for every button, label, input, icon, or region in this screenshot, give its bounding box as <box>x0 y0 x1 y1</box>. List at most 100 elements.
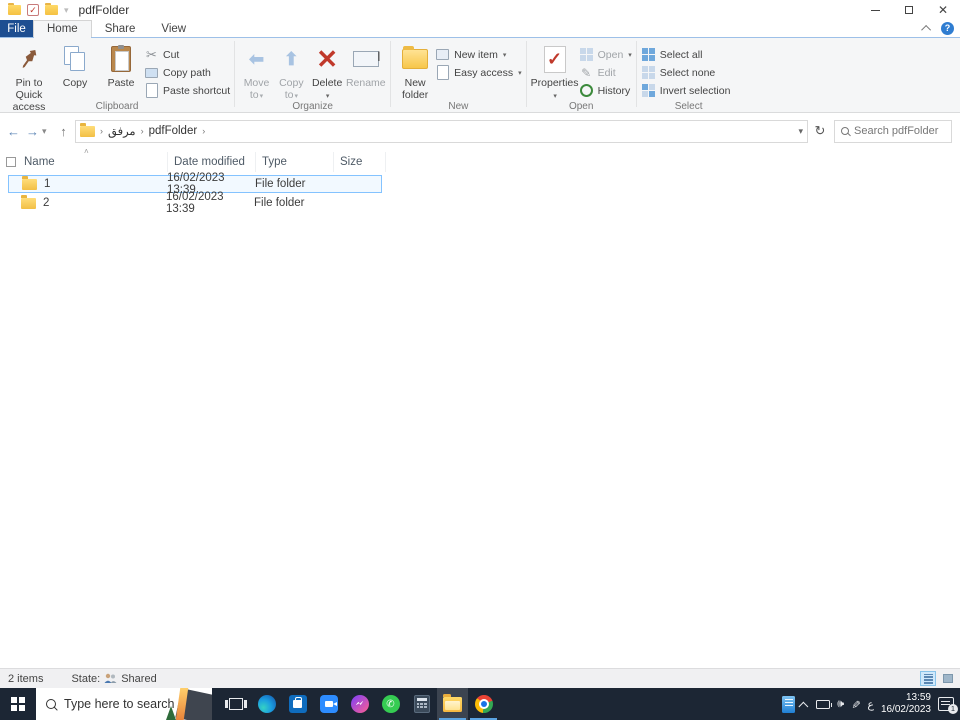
copy-path-button[interactable]: Copy path <box>144 65 230 80</box>
move-to-button[interactable]: ⬅ Move to▾ <box>239 42 274 101</box>
search-highlight-image[interactable] <box>166 688 212 720</box>
tab-home[interactable]: Home <box>33 20 92 38</box>
folder-icon <box>22 176 37 190</box>
edit-icon: ✎ <box>581 65 592 80</box>
taskbar: Type here to search ✆ 🕪 ✎ ع 13:59 16/02/… <box>0 688 960 720</box>
copy-path-label: Copy path <box>163 66 211 79</box>
taskbar-store[interactable] <box>282 688 313 720</box>
pen-icon[interactable]: ✎ <box>849 699 862 708</box>
easy-access-label: Easy access <box>454 66 514 79</box>
restore-button[interactable] <box>892 0 926 20</box>
file-row-2[interactable]: 2 16/02/2023 13:39 File folder <box>8 191 382 215</box>
taskbar-search[interactable]: Type here to search <box>36 688 212 720</box>
select-all-button[interactable]: Select all <box>641 47 731 62</box>
group-label-new: New <box>448 101 469 112</box>
new-folder-button[interactable]: New folder <box>395 42 435 101</box>
search-box[interactable] <box>834 119 952 143</box>
help-icon[interactable]: ? <box>941 22 954 35</box>
share-state: State: Shared <box>71 673 156 685</box>
address-bar[interactable]: › مرفق › pdfFolder › ▾ <box>75 119 808 143</box>
tab-file[interactable]: File <box>0 20 33 37</box>
properties-qat-icon[interactable]: ✓ <box>27 4 39 16</box>
rename-label: Rename <box>345 77 386 89</box>
new-folder-qat-icon[interactable] <box>45 3 58 15</box>
delete-label: Delete ▾ <box>311 77 343 101</box>
breadcrumb-root[interactable]: مرفق <box>108 124 136 138</box>
edge-icon <box>257 695 276 713</box>
ribbon-corner-controls: ? <box>921 22 954 35</box>
calculator-icon <box>413 695 430 713</box>
history-button[interactable]: History <box>579 83 632 98</box>
breadcrumb-current[interactable]: pdfFolder <box>149 125 198 137</box>
clock-date: 16/02/2023 <box>880 704 931 715</box>
column-header-name[interactable]: Name <box>0 152 168 172</box>
copy-to-icon: ⬆ <box>283 49 299 69</box>
delete-button[interactable]: ✕ Delete ▾ <box>309 42 346 101</box>
minimize-button[interactable] <box>858 0 892 20</box>
microsoft-store-icon <box>288 695 307 713</box>
column-header-date-modified[interactable]: Date modified <box>168 152 256 172</box>
column-headers: Name Date modified Type Size <box>0 152 386 172</box>
file-date-modified: 16/02/2023 13:39 <box>166 191 224 215</box>
invert-selection-icon <box>641 83 656 98</box>
easy-access-button[interactable]: Easy access ▾ <box>435 65 522 80</box>
history-label: History <box>597 84 631 97</box>
clock-time: 13:59 <box>905 691 931 703</box>
close-icon: ✕ <box>937 3 949 17</box>
delete-icon: ✕ <box>316 44 339 74</box>
search-input[interactable] <box>854 125 944 137</box>
paste-button[interactable]: Paste <box>98 42 144 100</box>
tab-share[interactable]: Share <box>92 20 149 37</box>
shared-people-icon <box>104 673 117 683</box>
task-view-button[interactable] <box>220 688 251 720</box>
properties-button[interactable]: ✓ Properties ▾ <box>531 42 579 101</box>
taskbar-calculator[interactable] <box>406 688 437 720</box>
qat-dropdown-icon[interactable]: ▾ <box>64 5 69 16</box>
paste-label: Paste <box>107 77 135 89</box>
thumbnails-view-button[interactable] <box>940 671 956 686</box>
recent-locations-icon[interactable]: ▾ <box>42 126 54 137</box>
rename-icon <box>350 44 382 74</box>
column-header-type[interactable]: Type <box>256 152 334 172</box>
rename-button[interactable]: Rename <box>346 42 387 100</box>
taskbar-clock[interactable]: 13:59 16/02/2023 <box>881 692 931 717</box>
taskbar-edge[interactable] <box>251 688 282 720</box>
taskbar-zoom[interactable] <box>313 688 344 720</box>
details-view-button[interactable] <box>920 671 936 686</box>
copy-to-label: Copy to▾ <box>279 77 304 102</box>
close-button[interactable]: ✕ <box>926 0 960 20</box>
language-indicator[interactable]: ع <box>867 698 874 711</box>
zoom-app-icon <box>319 695 338 713</box>
refresh-button[interactable]: ↻ <box>808 123 832 139</box>
edit-button[interactable]: ✎ Edit <box>579 65 632 80</box>
back-button[interactable]: ← <box>4 124 23 139</box>
open-button[interactable]: Open ▾ <box>579 47 632 62</box>
properties-label: Properties ▾ <box>530 77 579 101</box>
battery-icon[interactable] <box>816 699 833 709</box>
column-header-size[interactable]: Size <box>334 152 386 172</box>
taskbar-messenger[interactable] <box>344 688 375 720</box>
copy-button[interactable]: Copy <box>52 42 98 100</box>
up-button[interactable]: ↑ <box>54 124 73 139</box>
taskbar-file-explorer[interactable] <box>437 688 468 720</box>
speaker-icon[interactable]: 🕪 <box>837 698 844 711</box>
copy-to-button[interactable]: ⬆ Copy to▾ <box>274 42 309 101</box>
tab-view[interactable]: View <box>148 20 199 37</box>
document-app-tray-icon[interactable] <box>782 695 796 713</box>
column-type-label: Type <box>262 156 287 168</box>
taskbar-chrome[interactable] <box>468 688 499 720</box>
new-item-button[interactable]: New item ▾ <box>435 47 521 62</box>
taskbar-whatsapp[interactable]: ✆ <box>375 688 406 720</box>
select-all-checkbox[interactable] <box>6 157 16 167</box>
invert-selection-button[interactable]: Invert selection <box>641 83 730 98</box>
paste-shortcut-button[interactable]: Paste shortcut <box>144 83 230 98</box>
hidden-icons-chevron[interactable] <box>798 701 809 712</box>
notification-center-button[interactable]: 1 <box>938 697 958 714</box>
address-dropdown-icon[interactable]: ▾ <box>798 126 803 137</box>
select-none-button[interactable]: Select none <box>641 65 731 80</box>
start-button[interactable] <box>0 688 36 720</box>
forward-button[interactable]: → <box>23 124 42 139</box>
cut-button[interactable]: ✂ Cut <box>144 47 230 62</box>
properties-icon: ✓ <box>539 44 571 74</box>
folder-icon <box>21 195 36 209</box>
